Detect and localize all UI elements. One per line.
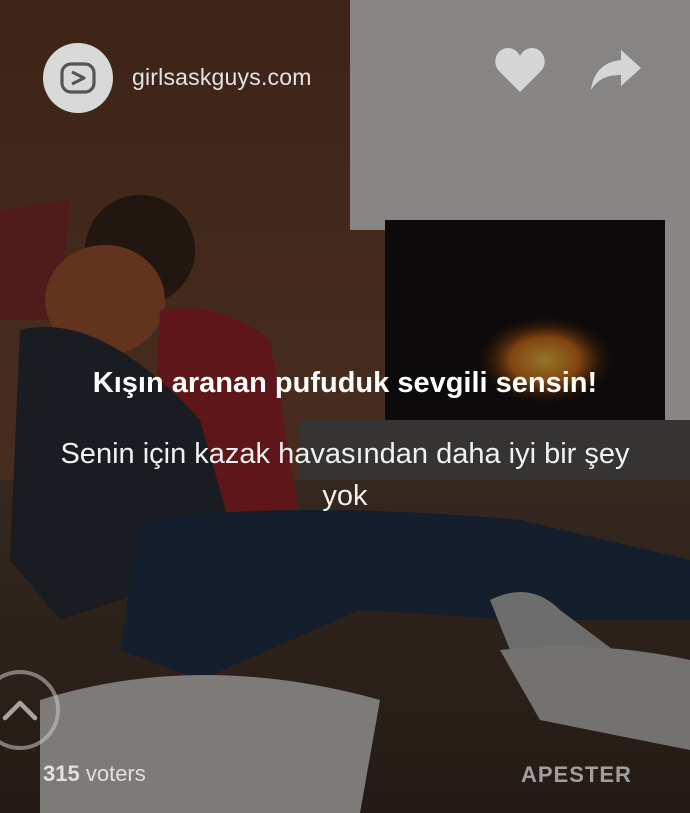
site-name[interactable]: girlsaskguys.com <box>132 64 312 91</box>
chevron-up-icon <box>2 700 38 721</box>
apester-brand-link[interactable]: APESTER <box>521 762 632 788</box>
background-photo <box>0 0 690 813</box>
voters-count: 315 voters <box>43 761 146 787</box>
source-logo-button[interactable] <box>43 43 113 113</box>
poll-result-subtitle: Senin için kazak havasından daha iyi bir… <box>60 438 630 512</box>
poll-result-title: Kışın aranan pufuduk sevgili sensin! <box>92 367 598 399</box>
voters-label: voters <box>85 761 146 786</box>
share-arrow-icon[interactable] <box>589 48 643 92</box>
poll-card: girlsaskguys.com Kışın aranan pufuduk se… <box>0 0 690 813</box>
voters-number: 315 <box>43 761 80 786</box>
girlsaskguys-logo-icon <box>60 62 96 94</box>
heart-icon[interactable] <box>494 46 546 94</box>
